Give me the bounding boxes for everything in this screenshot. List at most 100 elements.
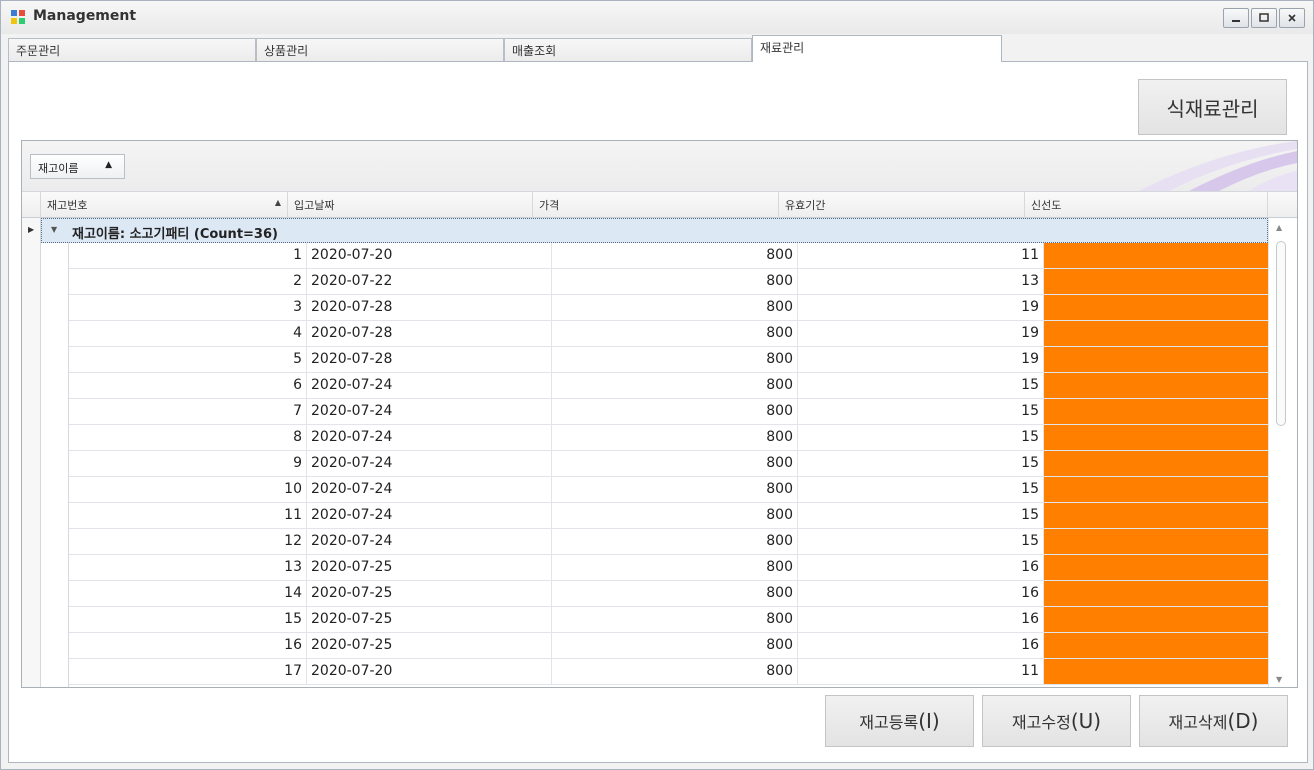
title-bar[interactable]: Management (1, 1, 1313, 34)
cell-price[interactable]: 800 (552, 243, 798, 268)
tab-material-management[interactable]: 재료관리 (752, 35, 1002, 62)
vertical-scrollbar[interactable]: ▲ ▼ (1268, 218, 1297, 687)
maximize-button[interactable] (1251, 8, 1277, 28)
table-row[interactable]: 15 2020-07-25 800 16 (69, 607, 1268, 633)
cell-received-date[interactable]: 2020-07-24 (307, 503, 552, 528)
column-header-stock-number[interactable]: 재고번호 ▲ (41, 192, 288, 218)
table-row[interactable]: 1 2020-07-20 800 11 (69, 243, 1268, 269)
cell-received-date[interactable]: 2020-07-25 (307, 607, 552, 632)
table-row[interactable]: 12 2020-07-24 800 15 (69, 529, 1268, 555)
cell-expiry[interactable]: 15 (798, 529, 1044, 554)
cell-freshness[interactable] (1044, 503, 1268, 528)
cell-freshness[interactable] (1044, 269, 1268, 294)
table-row[interactable]: 16 2020-07-25 800 16 (69, 633, 1268, 659)
cell-freshness[interactable] (1044, 321, 1268, 346)
modify-stock-button[interactable]: 재고수정 (U) (982, 695, 1131, 747)
cell-price[interactable]: 800 (552, 607, 798, 632)
cell-price[interactable]: 800 (552, 321, 798, 346)
delete-stock-button[interactable]: 재고삭제 (D) (1139, 695, 1288, 747)
cell-freshness[interactable] (1044, 451, 1268, 476)
column-header-freshness[interactable]: 신선도 (1025, 192, 1268, 218)
cell-freshness[interactable] (1044, 477, 1268, 502)
cell-stock-number[interactable]: 6 (69, 373, 307, 398)
cell-price[interactable]: 800 (552, 633, 798, 658)
table-row[interactable]: 3 2020-07-28 800 19 (69, 295, 1268, 321)
cell-expiry[interactable]: 13 (798, 269, 1044, 294)
table-row[interactable]: 17 2020-07-20 800 11 (69, 659, 1268, 685)
collapse-icon[interactable]: ▼ (51, 225, 57, 234)
cell-expiry[interactable]: 19 (798, 347, 1044, 372)
cell-received-date[interactable]: 2020-07-24 (307, 399, 552, 424)
cell-freshness[interactable] (1044, 399, 1268, 424)
cell-price[interactable]: 800 (552, 659, 798, 684)
cell-price[interactable]: 800 (552, 555, 798, 580)
cell-received-date[interactable]: 2020-07-25 (307, 555, 552, 580)
cell-stock-number[interactable]: 15 (69, 607, 307, 632)
cell-stock-number[interactable]: 11 (69, 503, 307, 528)
cell-freshness[interactable] (1044, 347, 1268, 372)
cell-freshness[interactable] (1044, 529, 1268, 554)
cell-expiry[interactable]: 15 (798, 503, 1044, 528)
cell-received-date[interactable]: 2020-07-22 (307, 269, 552, 294)
table-row[interactable]: 2 2020-07-22 800 13 (69, 269, 1268, 295)
cell-freshness[interactable] (1044, 633, 1268, 658)
cell-price[interactable]: 800 (552, 477, 798, 502)
group-row[interactable]: ▼ 재고이름: 소고기패티 (Count=36) (41, 218, 1268, 243)
cell-freshness[interactable] (1044, 581, 1268, 606)
cell-received-date[interactable]: 2020-07-28 (307, 295, 552, 320)
cell-received-date[interactable]: 2020-07-20 (307, 659, 552, 684)
cell-price[interactable]: 800 (552, 581, 798, 606)
cell-stock-number[interactable]: 14 (69, 581, 307, 606)
cell-freshness[interactable] (1044, 659, 1268, 684)
cell-price[interactable]: 800 (552, 503, 798, 528)
cell-price[interactable]: 800 (552, 529, 798, 554)
cell-price[interactable]: 800 (552, 373, 798, 398)
cell-stock-number[interactable]: 12 (69, 529, 307, 554)
cell-freshness[interactable] (1044, 243, 1268, 268)
cell-expiry[interactable]: 16 (798, 581, 1044, 606)
cell-stock-number[interactable]: 5 (69, 347, 307, 372)
scrollbar-thumb[interactable] (1276, 241, 1286, 426)
table-row[interactable]: 6 2020-07-24 800 15 (69, 373, 1268, 399)
cell-stock-number[interactable]: 16 (69, 633, 307, 658)
cell-expiry[interactable]: 11 (798, 659, 1044, 684)
cell-expiry[interactable]: 15 (798, 425, 1044, 450)
cell-expiry[interactable]: 15 (798, 451, 1044, 476)
close-button[interactable] (1279, 8, 1305, 28)
cell-stock-number[interactable]: 8 (69, 425, 307, 450)
cell-expiry[interactable]: 15 (798, 399, 1044, 424)
cell-received-date[interactable]: 2020-07-25 (307, 581, 552, 606)
cell-price[interactable]: 800 (552, 399, 798, 424)
table-row[interactable]: 4 2020-07-28 800 19 (69, 321, 1268, 347)
cell-price[interactable]: 800 (552, 269, 798, 294)
ingredient-management-button[interactable]: 식재료관리 (1138, 79, 1287, 135)
cell-expiry[interactable]: 19 (798, 295, 1044, 320)
cell-stock-number[interactable]: 3 (69, 295, 307, 320)
tab-order-management[interactable]: 주문관리 (8, 38, 256, 61)
cell-freshness[interactable] (1044, 373, 1268, 398)
cell-stock-number[interactable]: 9 (69, 451, 307, 476)
column-header-expiry[interactable]: 유효기간 (779, 192, 1025, 218)
cell-stock-number[interactable]: 10 (69, 477, 307, 502)
cell-stock-number[interactable]: 7 (69, 399, 307, 424)
cell-received-date[interactable]: 2020-07-24 (307, 451, 552, 476)
cell-received-date[interactable]: 2020-07-25 (307, 633, 552, 658)
cell-price[interactable]: 800 (552, 425, 798, 450)
scroll-up-icon[interactable]: ▲ (1276, 223, 1282, 232)
tab-sales-inquiry[interactable]: 매출조회 (504, 38, 752, 61)
cell-price[interactable]: 800 (552, 451, 798, 476)
cell-received-date[interactable]: 2020-07-28 (307, 347, 552, 372)
table-row[interactable]: 11 2020-07-24 800 15 (69, 503, 1268, 529)
register-stock-button[interactable]: 재고등록 (I) (825, 695, 974, 747)
cell-price[interactable]: 800 (552, 295, 798, 320)
table-row[interactable]: 7 2020-07-24 800 15 (69, 399, 1268, 425)
cell-freshness[interactable] (1044, 555, 1268, 580)
cell-expiry[interactable]: 16 (798, 555, 1044, 580)
cell-stock-number[interactable]: 13 (69, 555, 307, 580)
cell-expiry[interactable]: 11 (798, 243, 1044, 268)
tab-product-management[interactable]: 상품관리 (256, 38, 504, 61)
cell-stock-number[interactable]: 2 (69, 269, 307, 294)
cell-received-date[interactable]: 2020-07-28 (307, 321, 552, 346)
scroll-down-icon[interactable]: ▼ (1276, 675, 1282, 684)
cell-price[interactable]: 800 (552, 347, 798, 372)
